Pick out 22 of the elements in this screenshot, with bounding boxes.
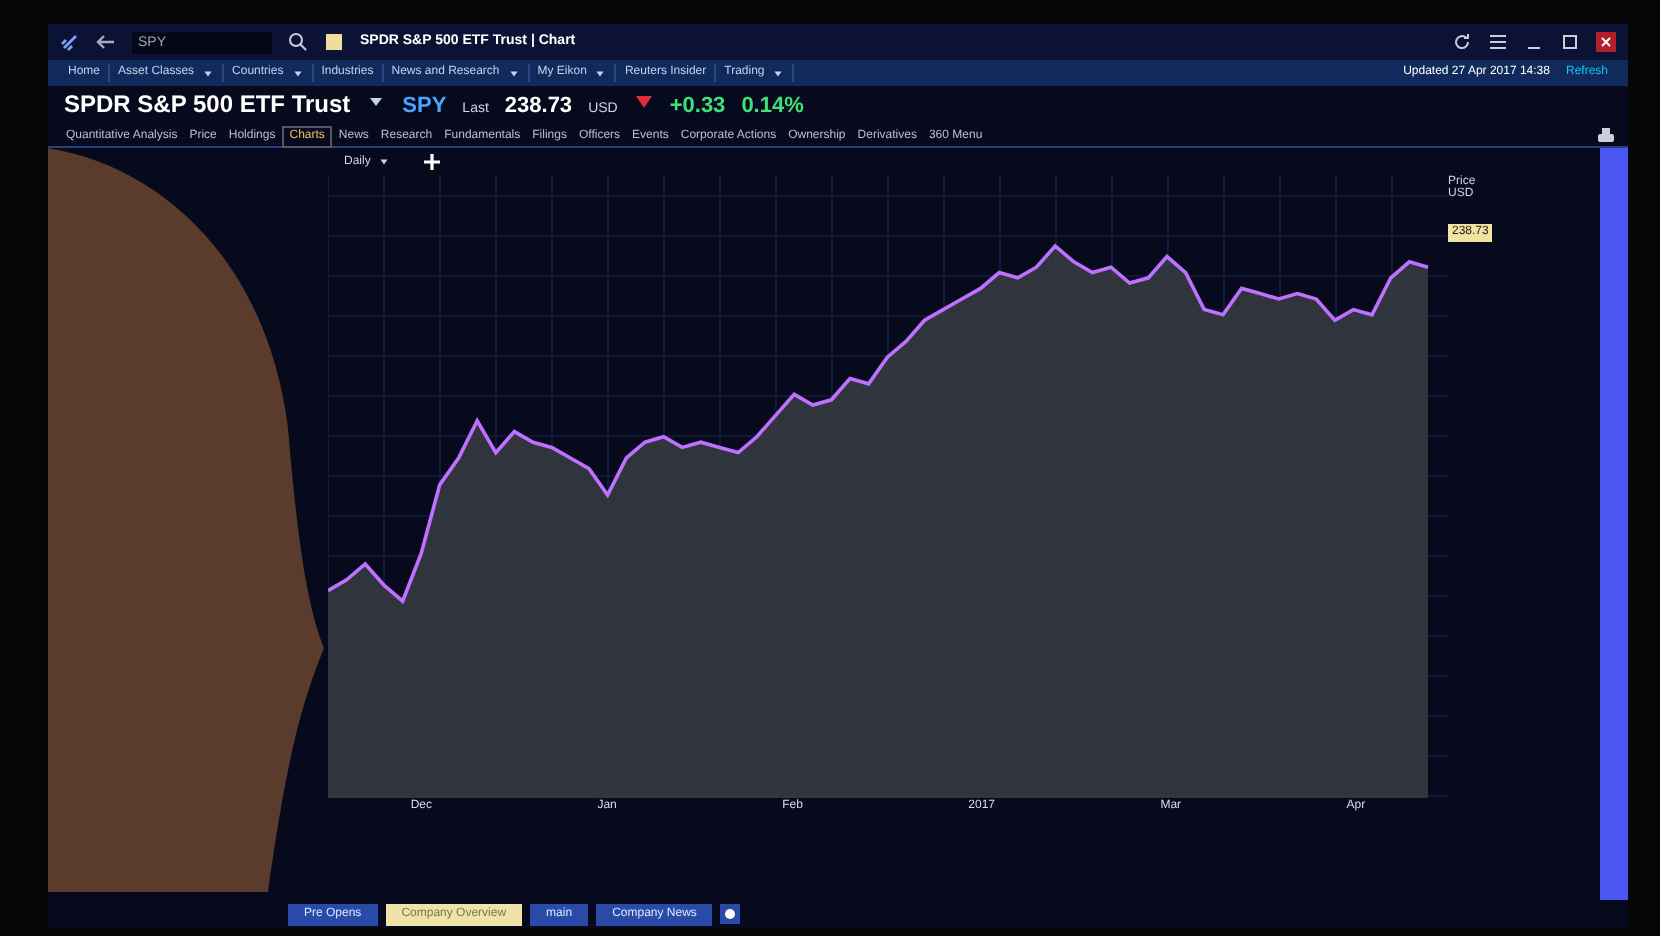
last-price: 238.73 [504,92,573,122]
search-icon[interactable] [288,32,308,52]
caret-icon [594,67,607,79]
plus-icon[interactable] [422,152,443,172]
menu-icon[interactable] [1488,32,1508,52]
caret-icon [507,67,520,79]
caret-icon [378,156,391,168]
print-icon[interactable] [1596,126,1616,146]
back-arrow-icon[interactable] [96,32,116,52]
price-change: +0.33 [669,92,726,122]
caret-icon [202,67,215,79]
refresh-icon[interactable] [1452,32,1472,52]
close-icon[interactable] [1596,32,1616,52]
instrument-name[interactable]: SPDR S&P 500 ETF Trust [64,86,351,122]
ticker-symbol: SPY [402,92,447,122]
caret-icon [772,67,785,79]
percent-change: 0.14% [741,92,804,122]
triangle-icon [633,92,654,112]
maximize-icon[interactable] [1560,32,1580,52]
caret-icon [291,67,304,79]
help-icon[interactable] [720,904,741,924]
scroll-bar[interactable] [1600,148,1628,900]
